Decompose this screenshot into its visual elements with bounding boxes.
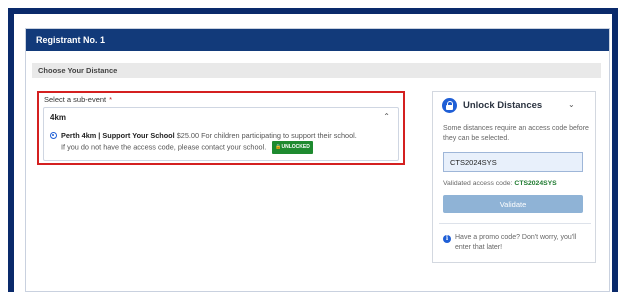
- unlocked-badge-text: UNLOCKED: [281, 144, 310, 150]
- section-title: Choose Your Distance: [32, 63, 601, 78]
- sub-event-select[interactable]: 4km ⌃ Perth 4km | Support Your School $2…: [43, 107, 399, 161]
- sub-event-label-text: Select a sub-event: [44, 95, 107, 104]
- unlock-distances-panel: Unlock Distances ⌄ Some distances requir…: [432, 91, 596, 263]
- validate-button[interactable]: Validate: [443, 195, 583, 213]
- promo-text: Have a promo code? Don't worry, you'll e…: [455, 234, 577, 251]
- option-description-1: For children participating to support th…: [201, 131, 357, 140]
- unlocked-badge: 🔒UNLOCKED: [272, 141, 313, 154]
- frame-right-border: [612, 8, 618, 292]
- validated-code-line: Validated access code: CTS2024SYS: [443, 180, 557, 187]
- validated-label: Validated access code:: [443, 180, 513, 187]
- sub-event-highlight: Select a sub-event * 4km ⌃ Perth 4km | Su…: [37, 91, 405, 165]
- registrant-header: Registrant No. 1: [26, 29, 609, 51]
- unlock-header[interactable]: Unlock Distances ⌄: [442, 97, 592, 115]
- sub-event-option[interactable]: Perth 4km | Support Your School $25.00 F…: [50, 130, 395, 154]
- access-code-input[interactable]: [443, 152, 583, 172]
- registrant-card: Registrant No. 1 Choose Your Distance Se…: [25, 28, 610, 292]
- unlock-description: Some distances require an access code be…: [443, 125, 589, 142]
- lock-icon: [442, 98, 457, 113]
- sub-event-group-title: 4km: [50, 113, 67, 122]
- required-marker: *: [109, 95, 113, 104]
- frame-left-border: [8, 8, 14, 292]
- chevron-up-icon[interactable]: ⌃: [383, 112, 390, 121]
- option-name: Perth 4km | Support Your School: [61, 131, 175, 140]
- validated-code: CTS2024SYS: [514, 180, 557, 187]
- divider: [439, 223, 591, 224]
- option-radio[interactable]: [50, 132, 57, 139]
- page-frame: Registrant No. 1 Choose Your Distance Se…: [0, 0, 624, 292]
- option-price: $25.00: [176, 131, 200, 140]
- frame-top-border: [8, 8, 618, 14]
- chevron-down-icon[interactable]: ⌄: [568, 100, 575, 109]
- unlock-title: Unlock Distances: [463, 100, 543, 111]
- info-icon: i: [443, 235, 451, 243]
- option-description-2: If you do not have the access code, plea…: [61, 142, 267, 152]
- sub-event-label: Select a sub-event *: [44, 95, 112, 104]
